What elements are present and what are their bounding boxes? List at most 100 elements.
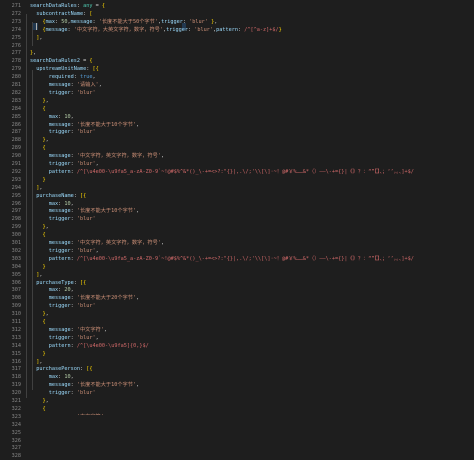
code-editor[interactable]: 271 272 273 274 275 276 277 278 279 280 281 282 283 2… — [0, 0, 474, 459]
code-line[interactable]: ], — [30, 358, 474, 366]
code-line[interactable]: searchDataRules2 = { — [30, 57, 474, 65]
code-token: trigger — [161, 18, 183, 25]
code-line[interactable]: trigger: 'blur' — [30, 89, 474, 97]
code-line[interactable]: message: '请输入', — [30, 81, 474, 89]
line-number: 314 — [11, 342, 21, 349]
code-token: 'blur' — [76, 161, 96, 167]
code-line[interactable]: trigger: 'blur', — [30, 334, 474, 342]
code-line[interactable]: { — [30, 144, 474, 152]
code-line[interactable]: message: '长度不能大于10个字节', — [30, 381, 474, 389]
line-number: 299 — [11, 224, 21, 231]
code-token: message — [48, 153, 71, 160]
code-line[interactable]: subcontractName: [ — [30, 10, 474, 18]
code-line[interactable]: trigger: 'blur' — [30, 302, 474, 310]
code-line[interactable]: message: '长度不能大于20个字节', — [30, 294, 474, 302]
code-line[interactable]: ], — [30, 34, 474, 42]
code-token: true — [80, 74, 93, 81]
code-line[interactable]: searchDataRules: any = { — [30, 2, 474, 10]
code-token: '中文字符，英文字符，数字，符号' — [76, 240, 161, 246]
code-token: trigger — [166, 26, 188, 33]
line-number: 308 — [11, 295, 21, 302]
code-line[interactable]: max: 10, — [30, 200, 474, 208]
code-line[interactable]: message: '长度不能大于10个字节', — [30, 121, 474, 129]
code-line[interactable]: } — [30, 350, 474, 358]
code-token: 'blur' — [194, 26, 213, 33]
line-number: 328 — [11, 453, 21, 460]
code-token: message — [48, 121, 71, 128]
code-area[interactable]: searchDataRules: any = { subcontractName… — [24, 0, 474, 415]
code-token: '长度不能大于10个字节' — [76, 208, 137, 215]
code-token: , — [70, 200, 74, 207]
code-line[interactable]: trigger: 'blur' — [30, 128, 474, 136]
line-number: 309 — [11, 303, 21, 310]
code-token: '请输入' — [76, 82, 99, 88]
code-line[interactable]: }, — [30, 136, 474, 144]
code-line[interactable]: trigger: 'blur', — [30, 160, 474, 168]
code-line[interactable]: }, — [30, 310, 474, 318]
code-line[interactable]: trigger: 'blur' — [30, 215, 474, 223]
code-line[interactable]: }, — [30, 49, 474, 57]
code-line[interactable]: {message: '中文字符，大英文字符，数字，符号',trigger: 'b… — [30, 26, 474, 34]
line-number: 296 — [11, 200, 21, 207]
code-token: 'blur' — [76, 247, 96, 254]
code-line[interactable]: }, — [30, 223, 474, 231]
code-line[interactable]: ], — [30, 184, 474, 192]
code-line[interactable]: purchaseName: [{ — [30, 192, 474, 200]
code-token: trigger — [48, 334, 71, 341]
code-line[interactable]: } — [30, 176, 474, 184]
code-token: , — [136, 121, 140, 128]
code-line[interactable]: trigger: 'blur' — [30, 389, 474, 397]
code-line[interactable]: {max: 50,message: '长度不能大于50个字节',trigger:… — [30, 18, 474, 26]
line-number: 272 — [11, 10, 21, 17]
line-number: 310 — [11, 311, 21, 318]
line-number: 315 — [11, 350, 21, 357]
code-token: , — [39, 184, 43, 191]
code-line[interactable]: }, — [30, 397, 474, 405]
code-line[interactable] — [30, 42, 474, 50]
code-token: '中文字符' — [76, 326, 104, 333]
code-line[interactable]: { — [30, 405, 474, 413]
code-line[interactable]: ], — [30, 271, 474, 279]
code-line[interactable]: message: '中文字符', — [30, 326, 474, 334]
code-line[interactable]: trigger: 'blur', — [30, 247, 474, 255]
code-line[interactable]: required: true, — [30, 73, 474, 81]
line-number: 302 — [11, 247, 21, 254]
code-line[interactable]: message: '中文字符，英文字符，数字，符号', — [30, 152, 474, 160]
code-line[interactable]: { — [30, 231, 474, 239]
code-line[interactable]: message: '中文字符，英文字符，数字，符号', — [30, 239, 474, 247]
code-token: , — [160, 240, 165, 246]
code-line[interactable]: pattern: /^[\u4e00-\u9fa5_a-zA-Z0-9`~!@#… — [30, 255, 474, 263]
code-token: message — [48, 326, 71, 333]
code-line[interactable]: { — [30, 318, 474, 326]
code-token: , — [136, 295, 140, 302]
code-line[interactable]: max: 20, — [30, 286, 474, 294]
code-token: /^[\u4e00-\u9fa5_a-zA-Z0-9`~!@#$%^&*()_\… — [76, 168, 414, 175]
code-line[interactable]: purchaseType: [{ — [30, 279, 474, 287]
code-token: , — [45, 398, 49, 404]
code-line[interactable]: upstreamUnitName: [{ — [30, 65, 474, 73]
code-token: , — [39, 358, 43, 365]
code-line[interactable]: }, — [30, 97, 474, 105]
code-line[interactable]: } — [30, 263, 474, 271]
code-line[interactable]: max: 10, — [30, 373, 474, 381]
code-line[interactable]: message: '长度不能大于10个字节', — [30, 207, 474, 215]
line-number: 325 — [11, 429, 21, 436]
code-token: { — [42, 145, 46, 152]
code-line[interactable]: max: 10, — [30, 113, 474, 121]
code-line[interactable]: pattern: /^[\u4e00-\u9fa5_a-zA-Z0-9`~!@#… — [30, 168, 474, 176]
code-line[interactable]: pattern: /^[\u4e00-\u9fa5]{0,}$/ — [30, 342, 474, 350]
code-line[interactable]: purchasePerson: [{ — [30, 365, 474, 373]
code-token: , — [95, 161, 99, 167]
line-number: 278 — [11, 58, 21, 65]
code-line[interactable]: { — [30, 105, 474, 113]
code-token: /^[\u4e00-\u9fa5_a-zA-Z0-9`~!@#$%^&*()_\… — [76, 255, 414, 262]
